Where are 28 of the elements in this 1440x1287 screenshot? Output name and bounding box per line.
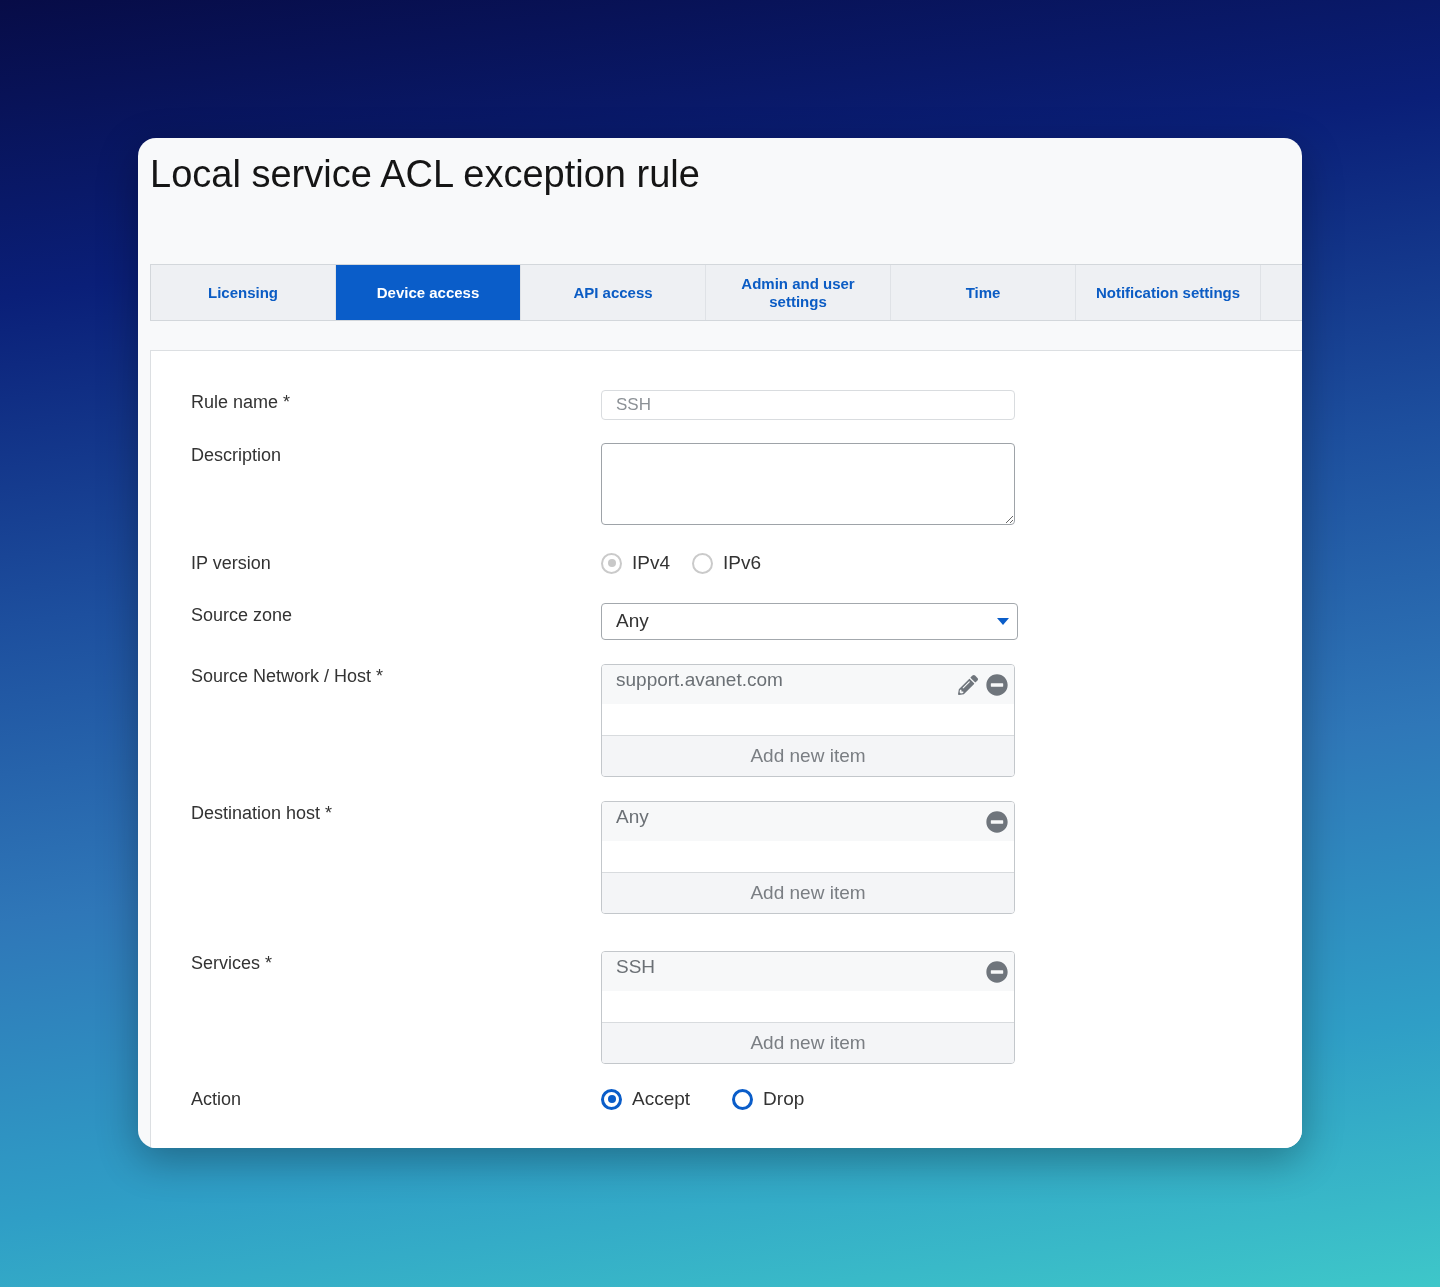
field-label: Rule name *	[191, 392, 291, 412]
add-item-button[interactable]: Add new item	[602, 735, 1014, 776]
select-field[interactable]: Any	[601, 603, 1018, 640]
radio-icon[interactable]	[732, 1088, 754, 1110]
field-label: Action	[191, 1089, 242, 1109]
tab[interactable]: Admin and user settings	[706, 265, 891, 320]
field-label: Description	[191, 445, 282, 465]
tab[interactable]: Notification settings	[1076, 265, 1261, 320]
add-item-button[interactable]: Add new item	[602, 872, 1014, 913]
item-text: support.avanet.com	[616, 668, 784, 692]
tab[interactable]: Time	[891, 265, 1076, 320]
tab[interactable]: Device access	[336, 265, 521, 320]
radio-option[interactable]: Accept	[601, 1087, 691, 1111]
caret-icon	[997, 618, 1009, 625]
pencil-icon[interactable]	[958, 674, 978, 695]
item-text: SSH	[616, 955, 657, 979]
dialog-title: Local service ACL exception rule	[150, 152, 701, 197]
tab[interactable]: API access	[521, 265, 706, 320]
field-label: Source Network / Host *	[191, 666, 384, 686]
radio-icon[interactable]	[601, 1088, 622, 1110]
field-label: Services *	[191, 953, 273, 973]
description-field[interactable]	[601, 443, 1015, 525]
radio-option[interactable]: Drop	[732, 1087, 805, 1111]
field-label: IP version	[191, 553, 271, 573]
item-text: Any	[616, 805, 650, 829]
field-label: Destination host *	[191, 803, 333, 823]
add-item-button[interactable]: Add new item	[602, 1022, 1014, 1063]
field-label: Source zone	[191, 605, 293, 625]
